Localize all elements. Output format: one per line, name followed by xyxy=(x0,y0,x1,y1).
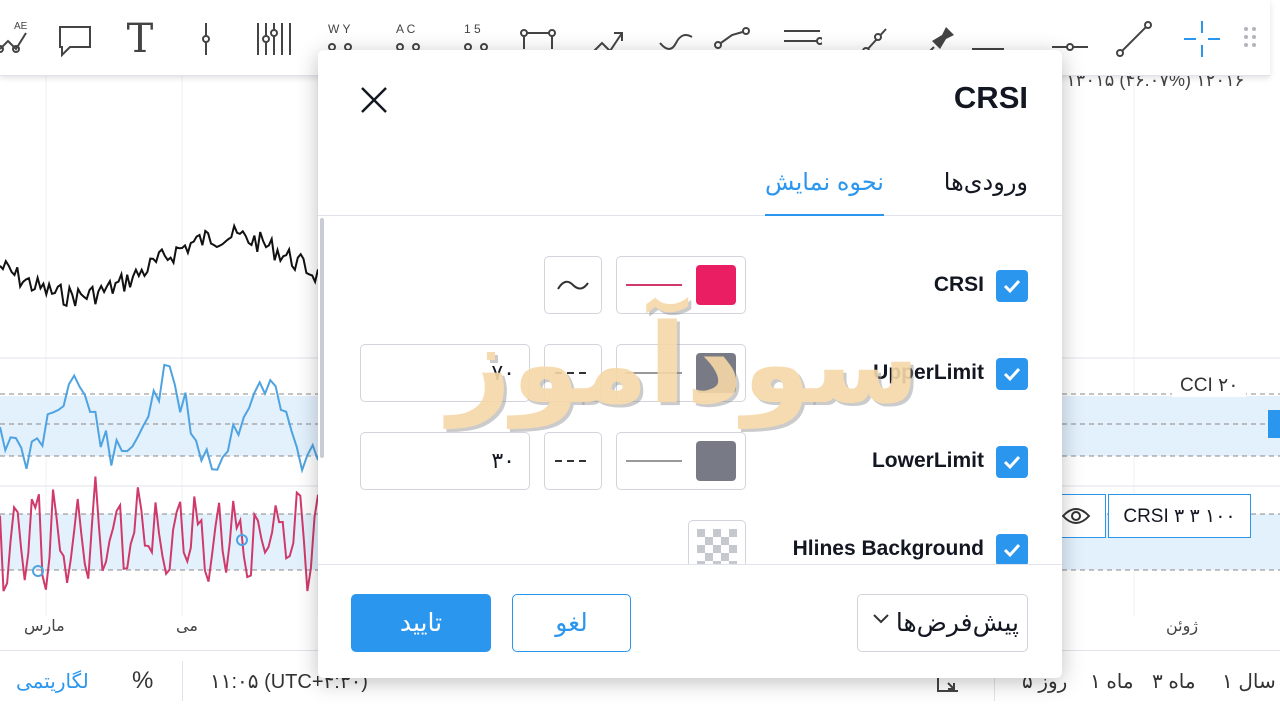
color-swatch xyxy=(696,441,736,481)
callout-icon[interactable] xyxy=(52,14,96,64)
drag-handle-icon[interactable] xyxy=(1230,14,1270,64)
line-sample xyxy=(626,284,682,286)
close-icon xyxy=(361,87,387,113)
x-axis-label: مارس xyxy=(24,618,65,635)
defaults-label: پیش‌فرض‌ها xyxy=(895,609,1019,637)
defaults-dropdown[interactable]: پیش‌فرض‌ها xyxy=(857,594,1028,652)
cancel-button[interactable]: لغو xyxy=(512,594,631,652)
tab-inputs[interactable]: ورودی‌ها xyxy=(944,168,1028,216)
x-axis-label: ژوئن xyxy=(1166,618,1199,635)
text-icon[interactable]: T xyxy=(118,14,162,64)
row-lower-limit: LowerLimit ۳۰ xyxy=(318,432,1062,492)
vertical-line-icon[interactable] xyxy=(184,14,228,64)
x-axis-label: می xyxy=(176,618,198,635)
eye-icon xyxy=(1061,508,1091,524)
price-candles xyxy=(0,222,319,308)
line-style-button[interactable] xyxy=(544,432,602,490)
row-hlines-background: Hlines Background xyxy=(318,520,1062,564)
tool-label: AE xyxy=(14,21,28,32)
divider xyxy=(182,661,183,701)
lower-limit-value-input[interactable]: ۳۰ xyxy=(360,432,530,490)
range-button[interactable]: ۱ سال xyxy=(1222,669,1276,694)
trend-line-icon[interactable] xyxy=(1112,14,1156,64)
ok-button[interactable]: تایید xyxy=(351,594,491,652)
log-scale-toggle[interactable]: لگاریتمی xyxy=(16,669,89,694)
fib-channels-icon[interactable] xyxy=(250,14,294,64)
tool-label: A C xyxy=(396,22,416,36)
range-button[interactable]: ۱ ماه xyxy=(1090,669,1134,694)
ab-cd-pattern-icon[interactable]: AE xyxy=(0,14,38,64)
check-icon xyxy=(1003,279,1021,294)
chevron-down-icon xyxy=(873,614,889,624)
color-swatch xyxy=(696,265,736,305)
cci-label: CCI ۲۰ xyxy=(1172,374,1247,397)
lower-limit-checkbox[interactable] xyxy=(996,446,1028,478)
tool-label: W Y xyxy=(328,22,350,36)
background-color-picker[interactable] xyxy=(688,520,746,564)
check-icon xyxy=(1003,543,1021,558)
check-icon xyxy=(1003,455,1021,470)
line-sample xyxy=(626,460,682,462)
crsi-legend[interactable]: CRSI ۳ ۳ ۱۰۰ xyxy=(1108,494,1251,538)
watermark-logo: سودآموز xyxy=(448,300,920,428)
line-style-icon xyxy=(557,280,589,290)
scrollbar[interactable] xyxy=(320,218,324,458)
transparent-swatch-icon xyxy=(697,529,737,564)
tab-style[interactable]: نحوه نمایش xyxy=(765,168,884,216)
crsi-checkbox[interactable] xyxy=(996,270,1028,302)
close-button[interactable] xyxy=(356,82,392,118)
row-label: CRSI xyxy=(933,273,984,296)
tool-label: 1 5 xyxy=(464,22,481,36)
lower-limit-color-picker[interactable] xyxy=(616,432,746,490)
hlines-background-checkbox[interactable] xyxy=(996,534,1028,564)
percent-scale-toggle[interactable]: % xyxy=(132,667,153,695)
dashed-line-icon xyxy=(555,460,591,462)
price-scale-marker xyxy=(1268,410,1280,438)
dialog-footer: تایید لغو پیش‌فرض‌ها xyxy=(318,564,1062,678)
app-root: AE T W Y A C 1 5 CCI ۲۰ ۱۳۰۱۵ (۴۶.۰۷%) ۱… xyxy=(0,0,1280,720)
check-icon xyxy=(1003,367,1021,382)
row-label: LowerLimit xyxy=(871,449,984,472)
dialog-title: CRSI xyxy=(953,80,1028,115)
dialog-tabs: ورودی‌ها نحوه نمایش xyxy=(318,160,1062,216)
range-button[interactable]: ۳ ماه xyxy=(1152,669,1196,694)
upper-limit-checkbox[interactable] xyxy=(996,358,1028,390)
row-label: Hlines Background xyxy=(792,537,984,560)
crosshair-icon[interactable] xyxy=(1180,14,1224,64)
text-tool-label: T xyxy=(126,16,154,62)
